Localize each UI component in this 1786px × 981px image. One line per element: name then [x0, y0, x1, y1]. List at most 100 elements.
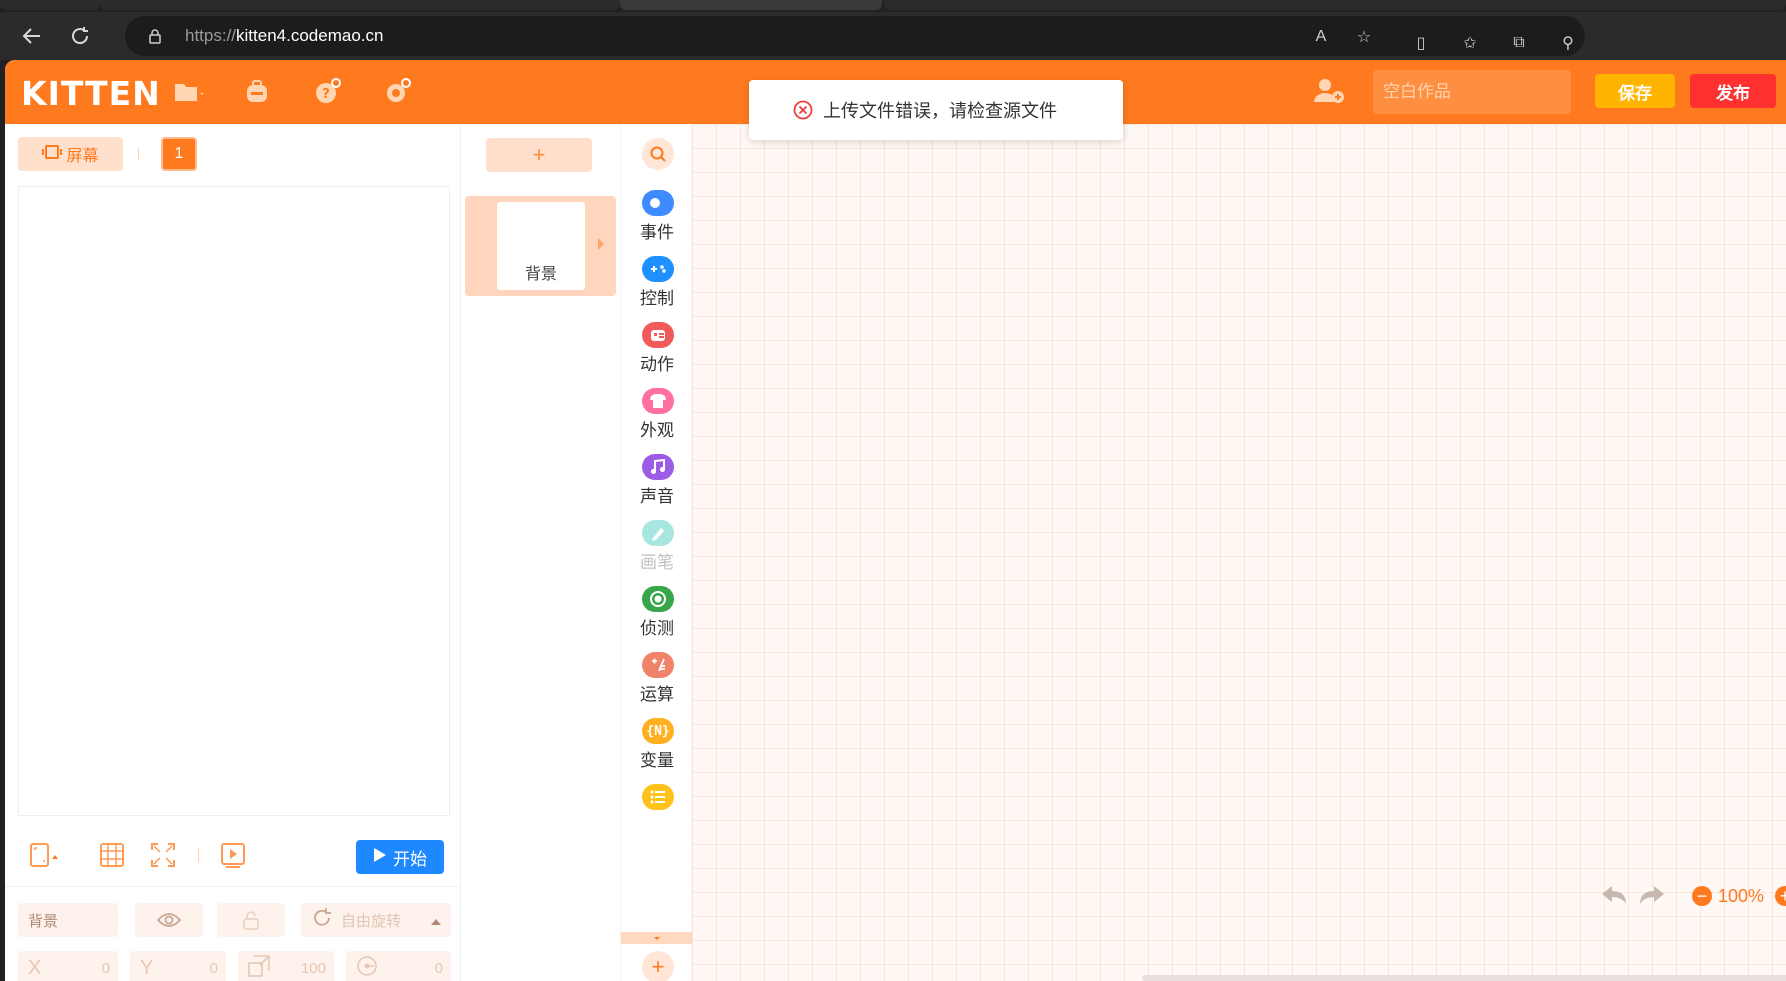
visibility-eye-icon[interactable]: [135, 903, 203, 937]
redo-icon[interactable]: [1636, 884, 1666, 908]
direction-icon: [356, 955, 378, 981]
category-sensing[interactable]: 侦测: [621, 586, 693, 652]
stage-toolbar: 开始: [5, 824, 460, 884]
lock-icon[interactable]: [147, 28, 163, 44]
browser-tab[interactable]: [100, 0, 620, 10]
category-sound[interactable]: 声音: [621, 454, 693, 520]
category-lists[interactable]: [621, 784, 693, 824]
stage-panel: 屏幕 1 开始 背景 自由旋转 X 0 Y 0 100 0: [5, 124, 460, 981]
folder-icon[interactable]: [173, 78, 207, 106]
favorites-icon[interactable]: ✩: [1459, 32, 1481, 54]
rotate-icon: [311, 907, 333, 933]
back-icon[interactable]: [18, 22, 46, 50]
url-host: kitten4.codemao.cn: [236, 26, 384, 45]
toast-message: 上传文件错误，请检查源文件: [823, 101, 1057, 121]
lock-icon[interactable]: [217, 903, 285, 937]
block-category-palette: 事件 控制 动作 外观 声音 画笔 侦测 运算 {N} 变量 +: [620, 124, 693, 981]
settings-gear-icon[interactable]: [383, 78, 417, 106]
add-sprite-button[interactable]: +: [486, 138, 592, 172]
svg-text:?: ?: [322, 87, 330, 102]
category-looks[interactable]: 外观: [621, 388, 693, 454]
save-button[interactable]: 保存: [1595, 74, 1675, 108]
robot-icon: [642, 322, 674, 348]
error-circle-icon: [793, 100, 813, 120]
palette-scroll-more[interactable]: [621, 932, 693, 944]
divider: [138, 148, 139, 160]
category-operators[interactable]: 运算: [621, 652, 693, 718]
block-search-icon[interactable]: [642, 138, 674, 170]
extensions-icon[interactable]: ⚲: [1557, 32, 1579, 54]
project-title-input[interactable]: [1373, 70, 1571, 114]
sprite-card-background[interactable]: 背景: [465, 196, 616, 296]
zoom-in-button[interactable]: +: [1775, 886, 1786, 906]
browser-tab-active[interactable]: [620, 0, 882, 10]
fullscreen-icon[interactable]: [150, 842, 176, 868]
read-aloud-icon[interactable]: A: [1310, 26, 1332, 48]
rotation-mode-select[interactable]: 自由旋转: [301, 903, 451, 937]
y-position-field[interactable]: Y 0: [130, 951, 226, 981]
help-icon[interactable]: ?: [313, 78, 347, 106]
gamepad-icon: [642, 256, 674, 282]
x-position-field[interactable]: X 0: [18, 951, 118, 981]
url-scheme: https://: [185, 26, 237, 45]
favorite-star-icon[interactable]: ☆: [1353, 26, 1375, 48]
category-label: 事件: [640, 223, 674, 242]
preview-play-icon[interactable]: [220, 842, 246, 868]
screen-page-number[interactable]: 1: [161, 137, 197, 171]
category-label: 变量: [640, 751, 674, 770]
radar-icon: [642, 586, 674, 612]
browser-toolbar: https://kitten4.codemao.cn A ☆ ▯ ✩ ⧉ ⚲: [0, 12, 1786, 60]
address-bar[interactable]: https://kitten4.codemao.cn A ☆: [125, 16, 1585, 56]
chevron-up-icon: [431, 913, 441, 930]
direction-value: 0: [434, 960, 443, 977]
orientation-icon[interactable]: [29, 842, 58, 868]
collections-icon[interactable]: ⧉: [1508, 32, 1530, 54]
category-label: 声音: [640, 487, 674, 506]
undo-icon[interactable]: [1600, 884, 1630, 908]
category-pen[interactable]: 画笔: [621, 520, 693, 586]
screen-button[interactable]: 屏幕: [18, 137, 123, 171]
add-extension-button[interactable]: +: [642, 951, 674, 981]
sprite-expand-arrow-icon[interactable]: [598, 238, 604, 250]
refresh-icon[interactable]: [66, 22, 94, 50]
browser-tab[interactable]: [884, 0, 1786, 10]
browser-tab[interactable]: [0, 0, 100, 10]
url-text[interactable]: https://kitten4.codemao.cn: [185, 26, 383, 46]
pen-icon: [642, 520, 674, 546]
x-value: 0: [101, 960, 110, 977]
x-label: X: [28, 956, 42, 979]
category-label: 控制: [640, 289, 674, 308]
stage-canvas[interactable]: [18, 186, 450, 816]
sprite-name-field[interactable]: 背景: [18, 903, 118, 937]
toggle-icon: [642, 190, 674, 216]
category-label: 画笔: [640, 553, 674, 572]
scale-field[interactable]: 100: [238, 951, 334, 981]
backpack-icon[interactable]: [243, 78, 277, 106]
direction-field[interactable]: 0: [346, 951, 451, 981]
code-workspace[interactable]: − 100% +: [692, 124, 1786, 981]
category-control[interactable]: 控制: [621, 256, 693, 322]
category-motion[interactable]: 动作: [621, 322, 693, 388]
error-toast: 上传文件错误，请检查源文件: [749, 80, 1123, 140]
grid-icon[interactable]: [99, 842, 125, 868]
sprite-label: 背景: [524, 266, 557, 283]
shirt-icon: [642, 388, 674, 414]
category-label: 运算: [640, 685, 674, 704]
scale-value: 100: [300, 960, 326, 977]
kitten-app: KITTEN ? 保存 发布 屏幕 1: [5, 60, 1786, 981]
start-button[interactable]: 开始: [356, 840, 444, 874]
divider: [198, 848, 199, 862]
category-events[interactable]: 事件: [621, 190, 693, 256]
horizontal-scrollbar[interactable]: [1142, 975, 1786, 981]
category-variables[interactable]: {N} 变量: [621, 718, 693, 784]
publish-button[interactable]: 发布: [1690, 74, 1776, 108]
y-label: Y: [140, 956, 154, 979]
zoom-out-button[interactable]: −: [1692, 886, 1712, 906]
screen-icon: [42, 144, 63, 165]
play-icon: [373, 847, 387, 868]
sprite-panel: + 背景: [460, 124, 620, 981]
split-screen-icon[interactable]: ▯: [1410, 32, 1432, 54]
math-icon: [642, 652, 674, 678]
add-collaborator-icon[interactable]: [1311, 76, 1347, 106]
zoom-level: 100%: [1718, 886, 1765, 906]
